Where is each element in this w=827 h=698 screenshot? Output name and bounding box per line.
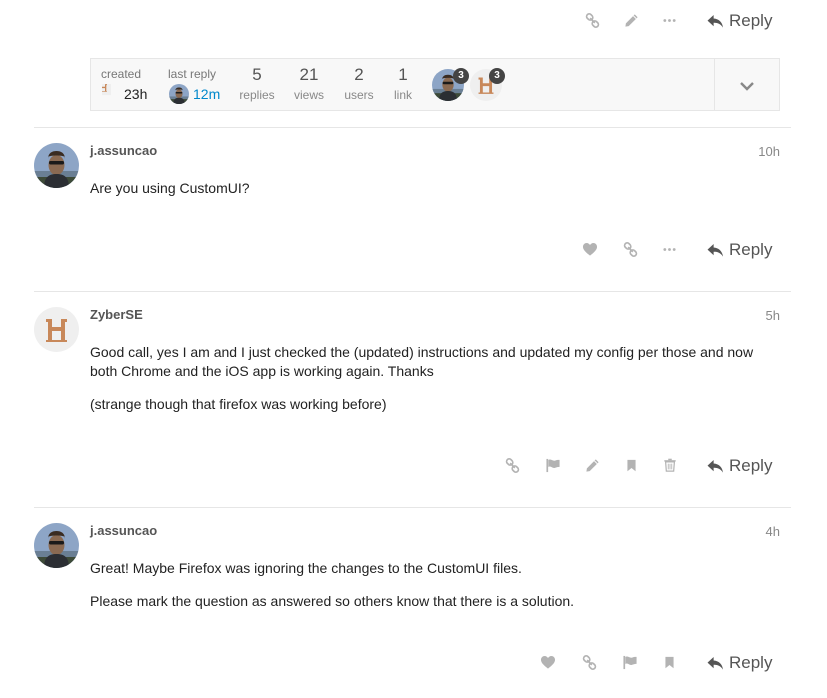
avatar[interactable] <box>34 523 79 568</box>
bookmark-icon[interactable] <box>663 655 676 670</box>
participant-post-count-badge: 3 <box>453 68 469 84</box>
reply-button[interactable]: Reply <box>707 10 772 32</box>
replies-count: 5 <box>252 65 262 84</box>
post-paragraph: Please mark the question as answered so … <box>90 593 575 609</box>
avatar[interactable] <box>34 307 79 352</box>
avatar[interactable] <box>34 143 79 188</box>
last-reply-avatar[interactable] <box>169 84 189 104</box>
last-reply-time[interactable]: 12m <box>193 86 220 102</box>
share-link-icon[interactable] <box>585 13 600 28</box>
edit-pencil-icon[interactable] <box>624 13 639 28</box>
post-time[interactable]: 10h <box>758 144 780 159</box>
post-divider <box>34 507 791 508</box>
username[interactable]: ZyberSE <box>90 307 143 322</box>
post-paragraph: (strange though that firefox was working… <box>90 396 387 412</box>
share-link-icon[interactable] <box>582 655 597 670</box>
post-time[interactable]: 4h <box>766 524 780 539</box>
share-link-icon[interactable] <box>623 242 638 257</box>
created-label: created <box>101 67 142 81</box>
flag-icon[interactable] <box>622 655 638 670</box>
users-count: 2 <box>354 65 364 84</box>
flag-icon[interactable] <box>545 458 561 473</box>
links-label: link <box>393 88 412 102</box>
reply-button[interactable]: Reply <box>707 239 772 261</box>
users-label: users <box>344 88 374 102</box>
topic-map-divider <box>714 59 715 110</box>
views-label: views <box>293 88 324 102</box>
post-divider <box>34 127 791 128</box>
reply-button-label: Reply <box>729 11 773 30</box>
participant-post-count-badge: 3 <box>489 68 505 84</box>
like-heart-icon[interactable] <box>582 242 598 257</box>
reply-button-label: Reply <box>729 653 773 672</box>
post-paragraph: Are you using CustomUI? <box>90 180 250 196</box>
replies-label: replies <box>239 88 275 102</box>
reply-button-label: Reply <box>729 240 773 259</box>
created-time[interactable]: 23h <box>124 86 147 102</box>
expand-chevron-down-icon[interactable] <box>739 78 755 94</box>
edit-pencil-icon[interactable] <box>585 458 600 473</box>
username[interactable]: j.assuncao <box>90 523 157 538</box>
reply-arrow-icon <box>707 459 724 474</box>
reply-button[interactable]: Reply <box>707 652 772 674</box>
reply-button[interactable]: Reply <box>707 455 772 477</box>
creator-avatar[interactable] <box>102 84 117 102</box>
bookmark-icon[interactable] <box>625 458 638 473</box>
reply-arrow-icon <box>707 14 724 29</box>
post-paragraph: Great! Maybe Firefox was ignoring the ch… <box>90 560 522 576</box>
views-count: 21 <box>299 65 319 84</box>
topic-map: created 23h last reply 12m 5 replies 21 … <box>90 58 780 111</box>
more-actions-icon[interactable] <box>662 242 677 257</box>
delete-trash-icon[interactable] <box>663 457 677 473</box>
post-paragraph: Good call, yes I am and I just checked t… <box>90 344 754 379</box>
reply-arrow-icon <box>707 656 724 671</box>
reply-arrow-icon <box>707 243 724 258</box>
share-link-icon[interactable] <box>505 458 520 473</box>
username[interactable]: j.assuncao <box>90 143 157 158</box>
links-count: 1 <box>398 65 408 84</box>
reply-button-label: Reply <box>729 456 773 475</box>
last-reply-label: last reply <box>168 67 217 81</box>
more-actions-icon[interactable] <box>662 13 677 28</box>
post-divider <box>34 291 791 292</box>
post-time[interactable]: 5h <box>766 308 780 323</box>
like-heart-icon[interactable] <box>540 655 556 670</box>
